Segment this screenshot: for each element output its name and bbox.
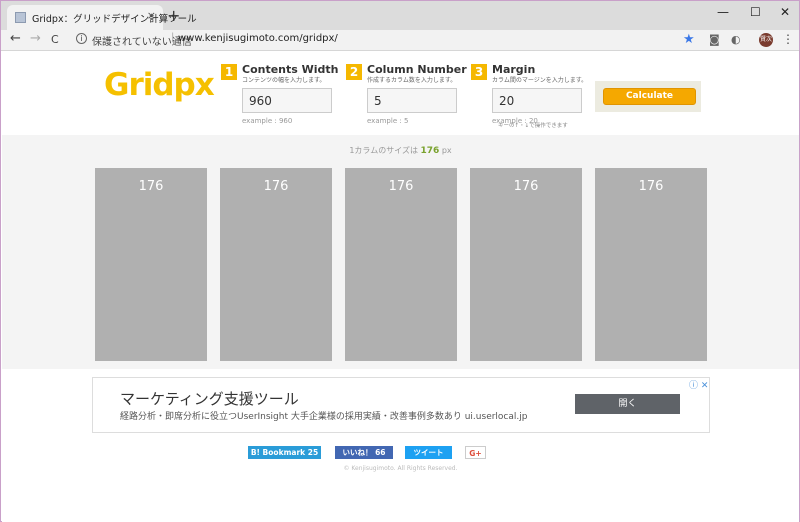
grid-column: 176 <box>345 168 457 361</box>
input-value: 20 <box>499 94 515 108</box>
field-description: 作成するカラム数を入力します。 <box>367 77 457 84</box>
input-value: 5 <box>374 94 382 108</box>
result-text: 1カラムのサイズは 176 px <box>2 145 799 156</box>
address-bar[interactable]: i 保護されていない通信 | www.kenjisugimoto.com/gri… <box>72 31 702 49</box>
address-separator: | <box>171 32 175 43</box>
tab-close-icon[interactable]: × <box>147 9 156 22</box>
field-description: コンテンツの幅を入力します。 <box>242 77 326 84</box>
copyright: © Kenjisugimoto. All Rights Reserved. <box>343 465 458 472</box>
tab-bar: Gridpx：グリッドデザイン計算ツール × + — ☐ ✕ <box>1 1 799 30</box>
grid-column: 176 <box>595 168 707 361</box>
info-icon[interactable]: i <box>76 33 87 44</box>
grid-column: 176 <box>95 168 207 361</box>
favicon-icon <box>15 12 26 23</box>
step-number: 3 <box>471 64 487 80</box>
bookmark-star-icon[interactable]: ★ <box>683 32 695 47</box>
forward-button[interactable]: → <box>30 31 41 46</box>
facebook-like-button[interactable]: いいね！ 66 <box>335 446 393 459</box>
input-value: 960 <box>249 94 272 108</box>
new-tab-button[interactable]: + <box>167 6 180 25</box>
page-content: Gridpx 1 Contents Width コンテンツの幅を入力します。 9… <box>2 52 799 522</box>
ad-banner[interactable]: マーケティング支援ツール 経路分析・即席分析に役立つUserInsight 大手… <box>92 377 710 433</box>
browser-window: Gridpx：グリッドデザイン計算ツール × + — ☐ ✕ ← → C i 保… <box>0 0 800 522</box>
result-unit: px <box>441 146 452 155</box>
field-example: example : 20 <box>492 117 538 125</box>
extension-icon[interactable]: ◐ <box>731 33 741 46</box>
ad-choices-icon[interactable]: ⓘ ✕ <box>689 378 708 391</box>
contents-width-input[interactable]: 960 <box>242 88 332 113</box>
security-status: 保護されていない通信 <box>92 37 192 48</box>
minimize-button[interactable]: — <box>717 5 729 19</box>
ad-title[interactable]: マーケティング支援ツール <box>120 388 299 409</box>
browser-tab[interactable]: Gridpx：グリッドデザイン計算ツール × <box>7 5 197 30</box>
grid-column: 176 <box>220 168 332 361</box>
gridpx-logo: Gridpx <box>104 67 215 103</box>
field-example: example : 960 <box>242 117 293 125</box>
google-plus-button[interactable]: G+ <box>465 446 486 459</box>
hatena-bookmark-button[interactable]: B! Bookmark 25 <box>248 446 321 459</box>
grid-column: 176 <box>470 168 582 361</box>
ad-description: 経路分析・即席分析に役立つUserInsight 大手企業様の採用実績・改善事例… <box>120 412 528 422</box>
step-number: 2 <box>346 64 362 80</box>
field-example: example : 5 <box>367 117 409 125</box>
camera-icon[interactable]: ◙ <box>709 33 720 46</box>
step-number: 1 <box>221 64 237 80</box>
close-window-button[interactable]: ✕ <box>780 5 790 19</box>
result-prefix: 1カラムのサイズは <box>349 146 418 155</box>
avatar[interactable]: 賢次 <box>759 33 773 47</box>
maximize-button[interactable]: ☐ <box>750 5 761 19</box>
url-text[interactable]: www.kenjisugimoto.com/gridpx/ <box>178 33 338 44</box>
result-value: 176 <box>420 146 440 156</box>
calculate-button[interactable]: Calculate <box>603 88 696 105</box>
ad-open-button[interactable]: 開く <box>575 394 680 414</box>
column-number-input[interactable]: 5 <box>367 88 457 113</box>
calculate-panel: Calculate <box>595 81 701 112</box>
back-button[interactable]: ← <box>10 31 21 46</box>
browser-toolbar: ← → C i 保護されていない通信 | www.kenjisugimoto.c… <box>1 30 799 51</box>
field-description: カラム間のマージンを入力します。 <box>492 77 588 84</box>
tweet-button[interactable]: ツイート <box>405 446 452 459</box>
grid-preview: 1カラムのサイズは 176 px 176 176 176 176 176 <box>2 135 799 369</box>
menu-icon[interactable]: ⋮ <box>782 32 794 46</box>
reload-button[interactable]: C <box>51 33 59 46</box>
margin-input[interactable]: 20 キーの↑・↓で操作できます <box>492 88 582 129</box>
